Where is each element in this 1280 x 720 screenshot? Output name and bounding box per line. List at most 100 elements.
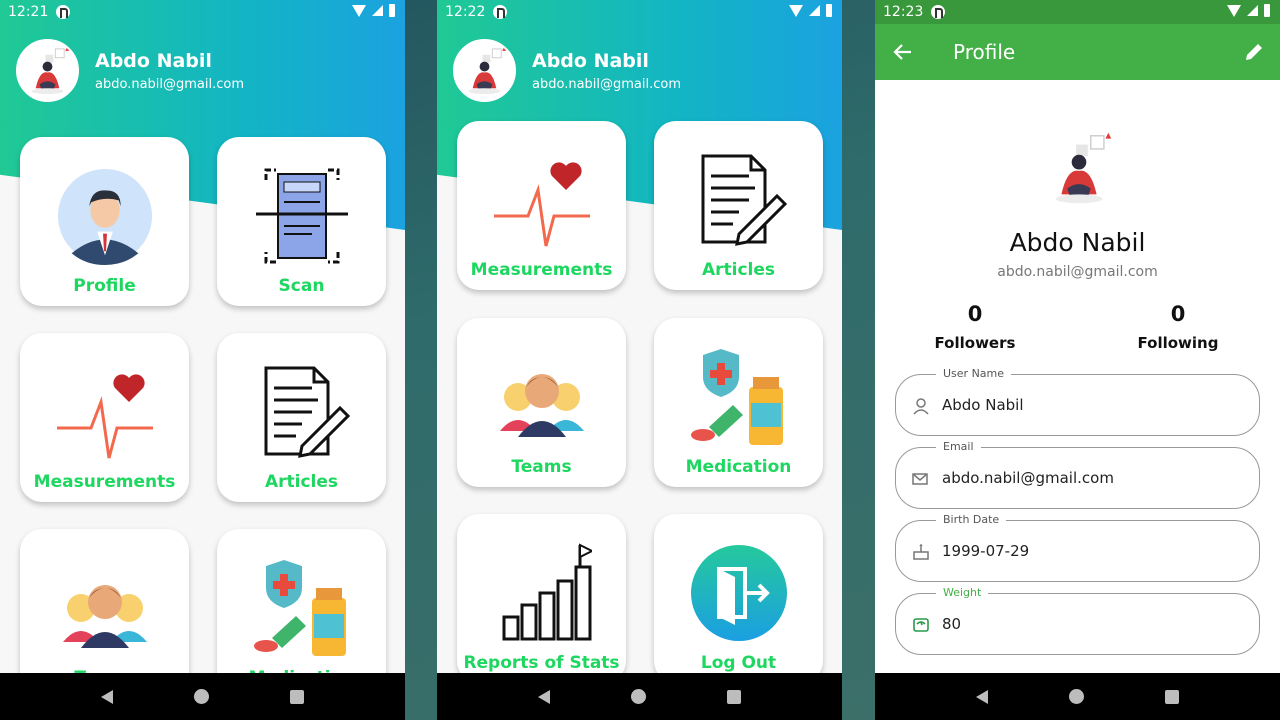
card-label: Medication xyxy=(685,457,792,477)
profile-name: Abdo Nabil xyxy=(1009,228,1146,257)
card-label: Articles xyxy=(701,260,776,280)
signal-icon xyxy=(1247,5,1258,16)
notification-icon xyxy=(493,5,508,19)
user-header[interactable]: Abdo Nabil abdo.nabil@gmail.com xyxy=(453,39,681,102)
screen-home-2: 12:22 Abdo Nabil abdo.nabil@gmail.com Me… xyxy=(437,0,842,720)
articles-card[interactable]: Articles xyxy=(217,333,386,502)
user-header[interactable]: Abdo Nabil abdo.nabil@gmail.com xyxy=(16,39,244,102)
back-arrow-icon[interactable] xyxy=(893,42,913,62)
following-count: 0 xyxy=(1170,302,1186,326)
document-scan-icon xyxy=(252,166,352,266)
status-time: 12:22 xyxy=(445,4,486,20)
wifi-icon xyxy=(1227,4,1241,17)
field-value: 80 xyxy=(942,615,962,633)
mail-icon xyxy=(912,473,928,485)
cake-icon xyxy=(913,544,929,560)
card-label: Scan xyxy=(278,276,325,296)
battery-icon xyxy=(1264,4,1270,17)
field-value: Abdo Nabil xyxy=(942,396,1024,414)
back-icon[interactable] xyxy=(537,689,550,704)
card-label: Articles xyxy=(264,472,339,492)
card-label: Log Out xyxy=(700,653,777,673)
screen-profile: 12:23 Profile Abdo Nabil abdo.nabil@gmai… xyxy=(875,0,1280,720)
team-people-icon xyxy=(55,558,155,658)
status-bar: 12:23 xyxy=(875,0,1280,24)
user-email: abdo.nabil@gmail.com xyxy=(532,76,682,92)
birthdate-field[interactable]: Birth Date 1999-07-29 xyxy=(895,513,1260,582)
home-icon[interactable] xyxy=(630,689,646,704)
card-label: Teams xyxy=(511,457,572,477)
field-label: Birth Date xyxy=(936,513,1007,526)
user-email: abdo.nabil@gmail.com xyxy=(95,76,245,92)
user-name: Abdo Nabil xyxy=(532,49,649,72)
scan-card[interactable]: Scan xyxy=(217,137,386,306)
person-icon xyxy=(913,398,929,415)
field-value: abdo.nabil@gmail.com xyxy=(942,469,1114,487)
card-label: Reports of Stats xyxy=(463,653,620,673)
system-nav-bar xyxy=(437,673,842,720)
team-people-icon xyxy=(492,347,592,447)
field-label: Email xyxy=(936,440,981,453)
avatar[interactable] xyxy=(453,39,516,102)
followers-count: 0 xyxy=(967,302,983,326)
home-icon[interactable] xyxy=(1068,689,1084,704)
weight-field[interactable]: Weight 80 xyxy=(895,586,1260,655)
battery-icon xyxy=(389,4,395,17)
user-name: Abdo Nabil xyxy=(95,49,212,72)
avatar[interactable] xyxy=(16,39,79,102)
profile-avatar[interactable] xyxy=(1035,118,1123,222)
back-icon[interactable] xyxy=(975,689,988,704)
businessman-icon xyxy=(55,166,155,266)
medication-icon xyxy=(252,558,352,658)
followers-label: Followers xyxy=(934,334,1016,352)
status-time: 12:21 xyxy=(8,4,49,20)
battery-icon xyxy=(826,4,832,17)
articles-card[interactable]: Articles xyxy=(654,121,823,290)
home-icon[interactable] xyxy=(193,689,209,704)
article-pen-icon xyxy=(252,362,352,462)
status-bar: 12:22 xyxy=(437,0,842,24)
heartbeat-icon xyxy=(492,150,592,250)
reports-card[interactable]: Reports of Stats xyxy=(457,514,626,683)
profile-email: abdo.nabil@gmail.com xyxy=(997,264,1158,280)
status-bar: 12:21 xyxy=(0,0,405,24)
teams-card[interactable]: Teams xyxy=(457,318,626,487)
recents-icon[interactable] xyxy=(727,689,742,704)
measurements-card[interactable]: Measurements xyxy=(457,121,626,290)
stats-chart-icon xyxy=(492,543,592,643)
wifi-icon xyxy=(789,4,803,17)
field-label: Weight xyxy=(936,586,989,599)
following-label: Following xyxy=(1137,334,1219,352)
following-stat[interactable]: 0 Following xyxy=(1118,302,1238,352)
system-nav-bar xyxy=(0,673,405,720)
card-label: Measurements xyxy=(470,260,613,280)
screen-home-1: 12:21 Abdo Nabil abdo.nabil@gmail.com Pr… xyxy=(0,0,405,720)
back-icon[interactable] xyxy=(100,689,113,704)
system-nav-bar xyxy=(875,673,1280,720)
signal-icon xyxy=(372,5,383,16)
status-time: 12:23 xyxy=(883,4,924,20)
card-label: Measurements xyxy=(33,472,176,492)
recents-icon[interactable] xyxy=(290,689,305,704)
followers-stat[interactable]: 0 Followers xyxy=(915,302,1035,352)
username-field[interactable]: User Name Abdo Nabil xyxy=(895,367,1260,436)
page-title: Profile xyxy=(953,40,1016,64)
article-pen-icon xyxy=(689,150,789,250)
notification-icon xyxy=(931,5,946,19)
field-value: 1999-07-29 xyxy=(942,542,1030,560)
logout-card[interactable]: Log Out xyxy=(654,514,823,683)
recents-icon[interactable] xyxy=(1165,689,1180,704)
logout-door-icon xyxy=(689,543,789,643)
wifi-icon xyxy=(352,4,366,17)
medication-card[interactable]: Medication xyxy=(654,318,823,487)
profile-card[interactable]: Profile xyxy=(20,137,189,306)
email-field[interactable]: Email abdo.nabil@gmail.com xyxy=(895,440,1260,509)
app-bar: Profile xyxy=(875,24,1280,80)
measurements-card[interactable]: Measurements xyxy=(20,333,189,502)
medication-icon xyxy=(689,347,789,447)
heartbeat-icon xyxy=(55,362,155,462)
scale-icon xyxy=(913,618,929,632)
card-label: Profile xyxy=(73,276,136,296)
edit-pencil-icon[interactable] xyxy=(1244,42,1264,62)
notification-icon xyxy=(56,5,71,19)
